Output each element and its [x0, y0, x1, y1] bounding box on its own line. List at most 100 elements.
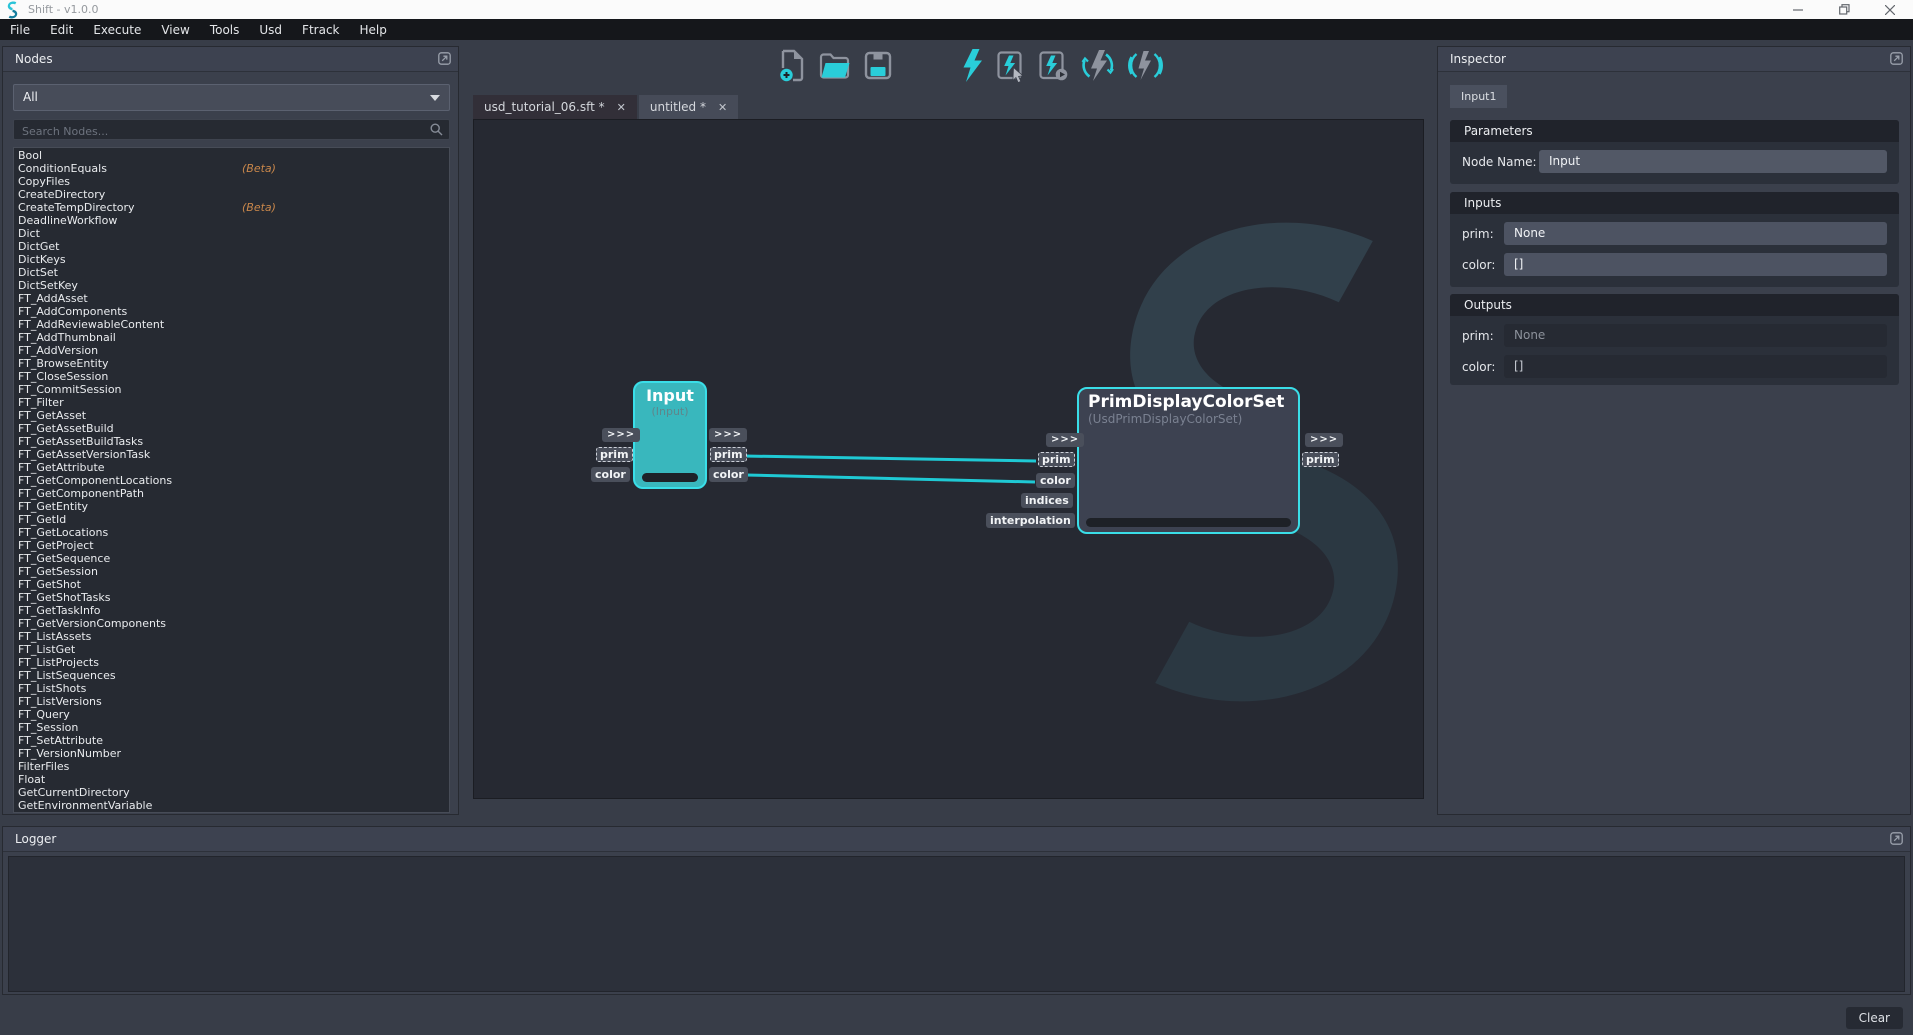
menu-edit[interactable]: Edit: [40, 23, 83, 37]
input-out-port-color[interactable]: color: [709, 467, 748, 482]
graph-node-primdisplaycolorset[interactable]: PrimDisplayColorSet (UsdPrimDisplayColor…: [1077, 387, 1300, 534]
tab-close-icon[interactable]: ✕: [718, 101, 727, 114]
node-list-item[interactable]: DictSetKey: [14, 279, 449, 292]
node-list-item[interactable]: FT_AddComponents: [14, 305, 449, 318]
node-list-item[interactable]: FT_GetVersionComponents: [14, 617, 449, 630]
node-list-item[interactable]: FT_GetAssetVersionTask: [14, 448, 449, 461]
node-list-item[interactable]: FT_GetId: [14, 513, 449, 526]
node-list-item[interactable]: FT_GetShotTasks: [14, 591, 449, 604]
input-in-port-prim[interactable]: prim: [596, 447, 633, 462]
node-list-item[interactable]: DictKeys: [14, 253, 449, 266]
node-list-item[interactable]: FT_GetProject: [14, 539, 449, 552]
node-list-item[interactable]: FT_GetShot: [14, 578, 449, 591]
input-prim-field[interactable]: None: [1504, 222, 1887, 245]
node-list-item[interactable]: FT_GetSession: [14, 565, 449, 578]
menu-view[interactable]: View: [151, 23, 199, 37]
node-list-item[interactable]: Bool: [14, 149, 449, 162]
menu-file[interactable]: File: [0, 23, 40, 37]
save-graph-icon[interactable]: [864, 51, 892, 80]
node-list-item[interactable]: FT_GetAssetBuildTasks: [14, 435, 449, 448]
input-out-port-prim[interactable]: prim: [710, 447, 747, 462]
node-name-field[interactable]: Input: [1539, 150, 1887, 173]
node-list-item[interactable]: FT_SetAttribute: [14, 734, 449, 747]
node-list-item[interactable]: DictGet: [14, 240, 449, 253]
search-input[interactable]: [14, 122, 414, 141]
new-graph-icon[interactable]: [779, 49, 806, 82]
node-list-item[interactable]: FilterFiles: [14, 760, 449, 773]
node-list-item[interactable]: DeadlineWorkflow: [14, 214, 449, 227]
input-exec-in-port[interactable]: >>>: [602, 428, 640, 442]
node-list-item[interactable]: FT_GetAsset: [14, 409, 449, 422]
node-list-item[interactable]: FT_ListVersions: [14, 695, 449, 708]
tab-close-icon[interactable]: ✕: [617, 101, 626, 114]
menu-tools[interactable]: Tools: [200, 23, 250, 37]
popout-icon[interactable]: [1890, 52, 1903, 65]
pdcs-in-port-prim[interactable]: prim: [1038, 452, 1075, 467]
pdcs-exec-in-port[interactable]: >>>: [1046, 433, 1084, 447]
menu-ftrack[interactable]: Ftrack: [292, 23, 349, 37]
node-list-item[interactable]: FT_ListProjects: [14, 656, 449, 669]
node-list-item[interactable]: CreateDirectory: [14, 188, 449, 201]
reload-execute-icon[interactable]: [1081, 48, 1114, 83]
execute-graph-icon[interactable]: [959, 48, 984, 83]
node-list-item[interactable]: FT_CloseSession: [14, 370, 449, 383]
pdcs-in-port-indices[interactable]: indices: [1021, 493, 1073, 508]
pdcs-in-port-color[interactable]: color: [1036, 473, 1075, 488]
node-list-item[interactable]: FT_GetEntity: [14, 500, 449, 513]
live-execute-icon[interactable]: [1127, 49, 1164, 82]
node-list-item[interactable]: FT_CommitSession: [14, 383, 449, 396]
node-list-item[interactable]: CopyFiles: [14, 175, 449, 188]
node-list-item[interactable]: FT_AddAsset: [14, 292, 449, 305]
menu-execute[interactable]: Execute: [83, 23, 151, 37]
node-list-item[interactable]: FT_AddThumbnail: [14, 331, 449, 344]
pdcs-in-port-interpolation[interactable]: interpolation: [986, 513, 1075, 528]
node-list-item[interactable]: FT_GetComponentLocations: [14, 474, 449, 487]
inspector-tab-input1[interactable]: Input1: [1450, 85, 1507, 108]
tab-untitled[interactable]: untitled * ✕: [639, 95, 738, 119]
node-list-item[interactable]: Float: [14, 773, 449, 786]
node-list-item[interactable]: DictSet: [14, 266, 449, 279]
node-list-item[interactable]: FT_Query: [14, 708, 449, 721]
node-list-item[interactable]: FT_VersionNumber: [14, 747, 449, 760]
node-list-item[interactable]: FT_GetComponentPath: [14, 487, 449, 500]
menu-usd[interactable]: Usd: [249, 23, 292, 37]
pdcs-exec-out-port[interactable]: >>>: [1305, 433, 1343, 447]
node-filter-dropdown[interactable]: All: [13, 84, 450, 111]
node-list-item[interactable]: GetEnvironmentVariable: [14, 799, 449, 812]
input-color-field[interactable]: []: [1504, 253, 1887, 276]
node-list-item[interactable]: FT_GetLocations: [14, 526, 449, 539]
menu-help[interactable]: Help: [350, 23, 397, 37]
node-list-item[interactable]: FT_ListShots: [14, 682, 449, 695]
node-list-item[interactable]: FT_Filter: [14, 396, 449, 409]
restore-button[interactable]: [1821, 0, 1867, 19]
tab-usd-tutorial[interactable]: usd_tutorial_06.sft * ✕: [473, 95, 637, 119]
clear-logger-button[interactable]: Clear: [1846, 1007, 1903, 1029]
graph-node-input[interactable]: Input (Input): [633, 381, 707, 489]
node-list-item[interactable]: FT_ListGet: [14, 643, 449, 656]
node-list-item[interactable]: FT_GetAttribute: [14, 461, 449, 474]
node-list-item[interactable]: FT_GetAssetBuild: [14, 422, 449, 435]
node-list-item[interactable]: CreateTempDirectory(Beta): [14, 201, 449, 214]
popout-icon[interactable]: [438, 52, 451, 65]
close-button[interactable]: [1867, 0, 1913, 19]
node-list-item[interactable]: FT_ListSequences: [14, 669, 449, 682]
input-in-port-color[interactable]: color: [591, 467, 630, 482]
node-list-item[interactable]: Dict: [14, 227, 449, 240]
execute-selected-icon[interactable]: [997, 49, 1026, 82]
node-list-item[interactable]: FT_GetSequence: [14, 552, 449, 565]
node-list-item[interactable]: FT_AddVersion: [14, 344, 449, 357]
node-list-item[interactable]: GetCurrentDirectory: [14, 786, 449, 799]
open-graph-icon[interactable]: [819, 51, 851, 80]
node-list-item[interactable]: FT_ListAssets: [14, 630, 449, 643]
pdcs-out-port-prim[interactable]: prim: [1302, 452, 1339, 467]
node-list-item[interactable]: ConditionEquals(Beta): [14, 162, 449, 175]
node-list-item[interactable]: FT_AddReviewableContent: [14, 318, 449, 331]
node-list-item[interactable]: FT_GetTaskInfo: [14, 604, 449, 617]
execute-from-node-icon[interactable]: [1039, 49, 1068, 82]
node-list-item[interactable]: FT_Session: [14, 721, 449, 734]
popout-icon[interactable]: [1890, 832, 1903, 845]
minimize-button[interactable]: [1775, 0, 1821, 19]
node-list-item[interactable]: FT_BrowseEntity: [14, 357, 449, 370]
node-graph-canvas[interactable]: Input (Input) >>> prim color >>> prim co…: [473, 119, 1424, 799]
input-exec-out-port[interactable]: >>>: [709, 428, 747, 442]
